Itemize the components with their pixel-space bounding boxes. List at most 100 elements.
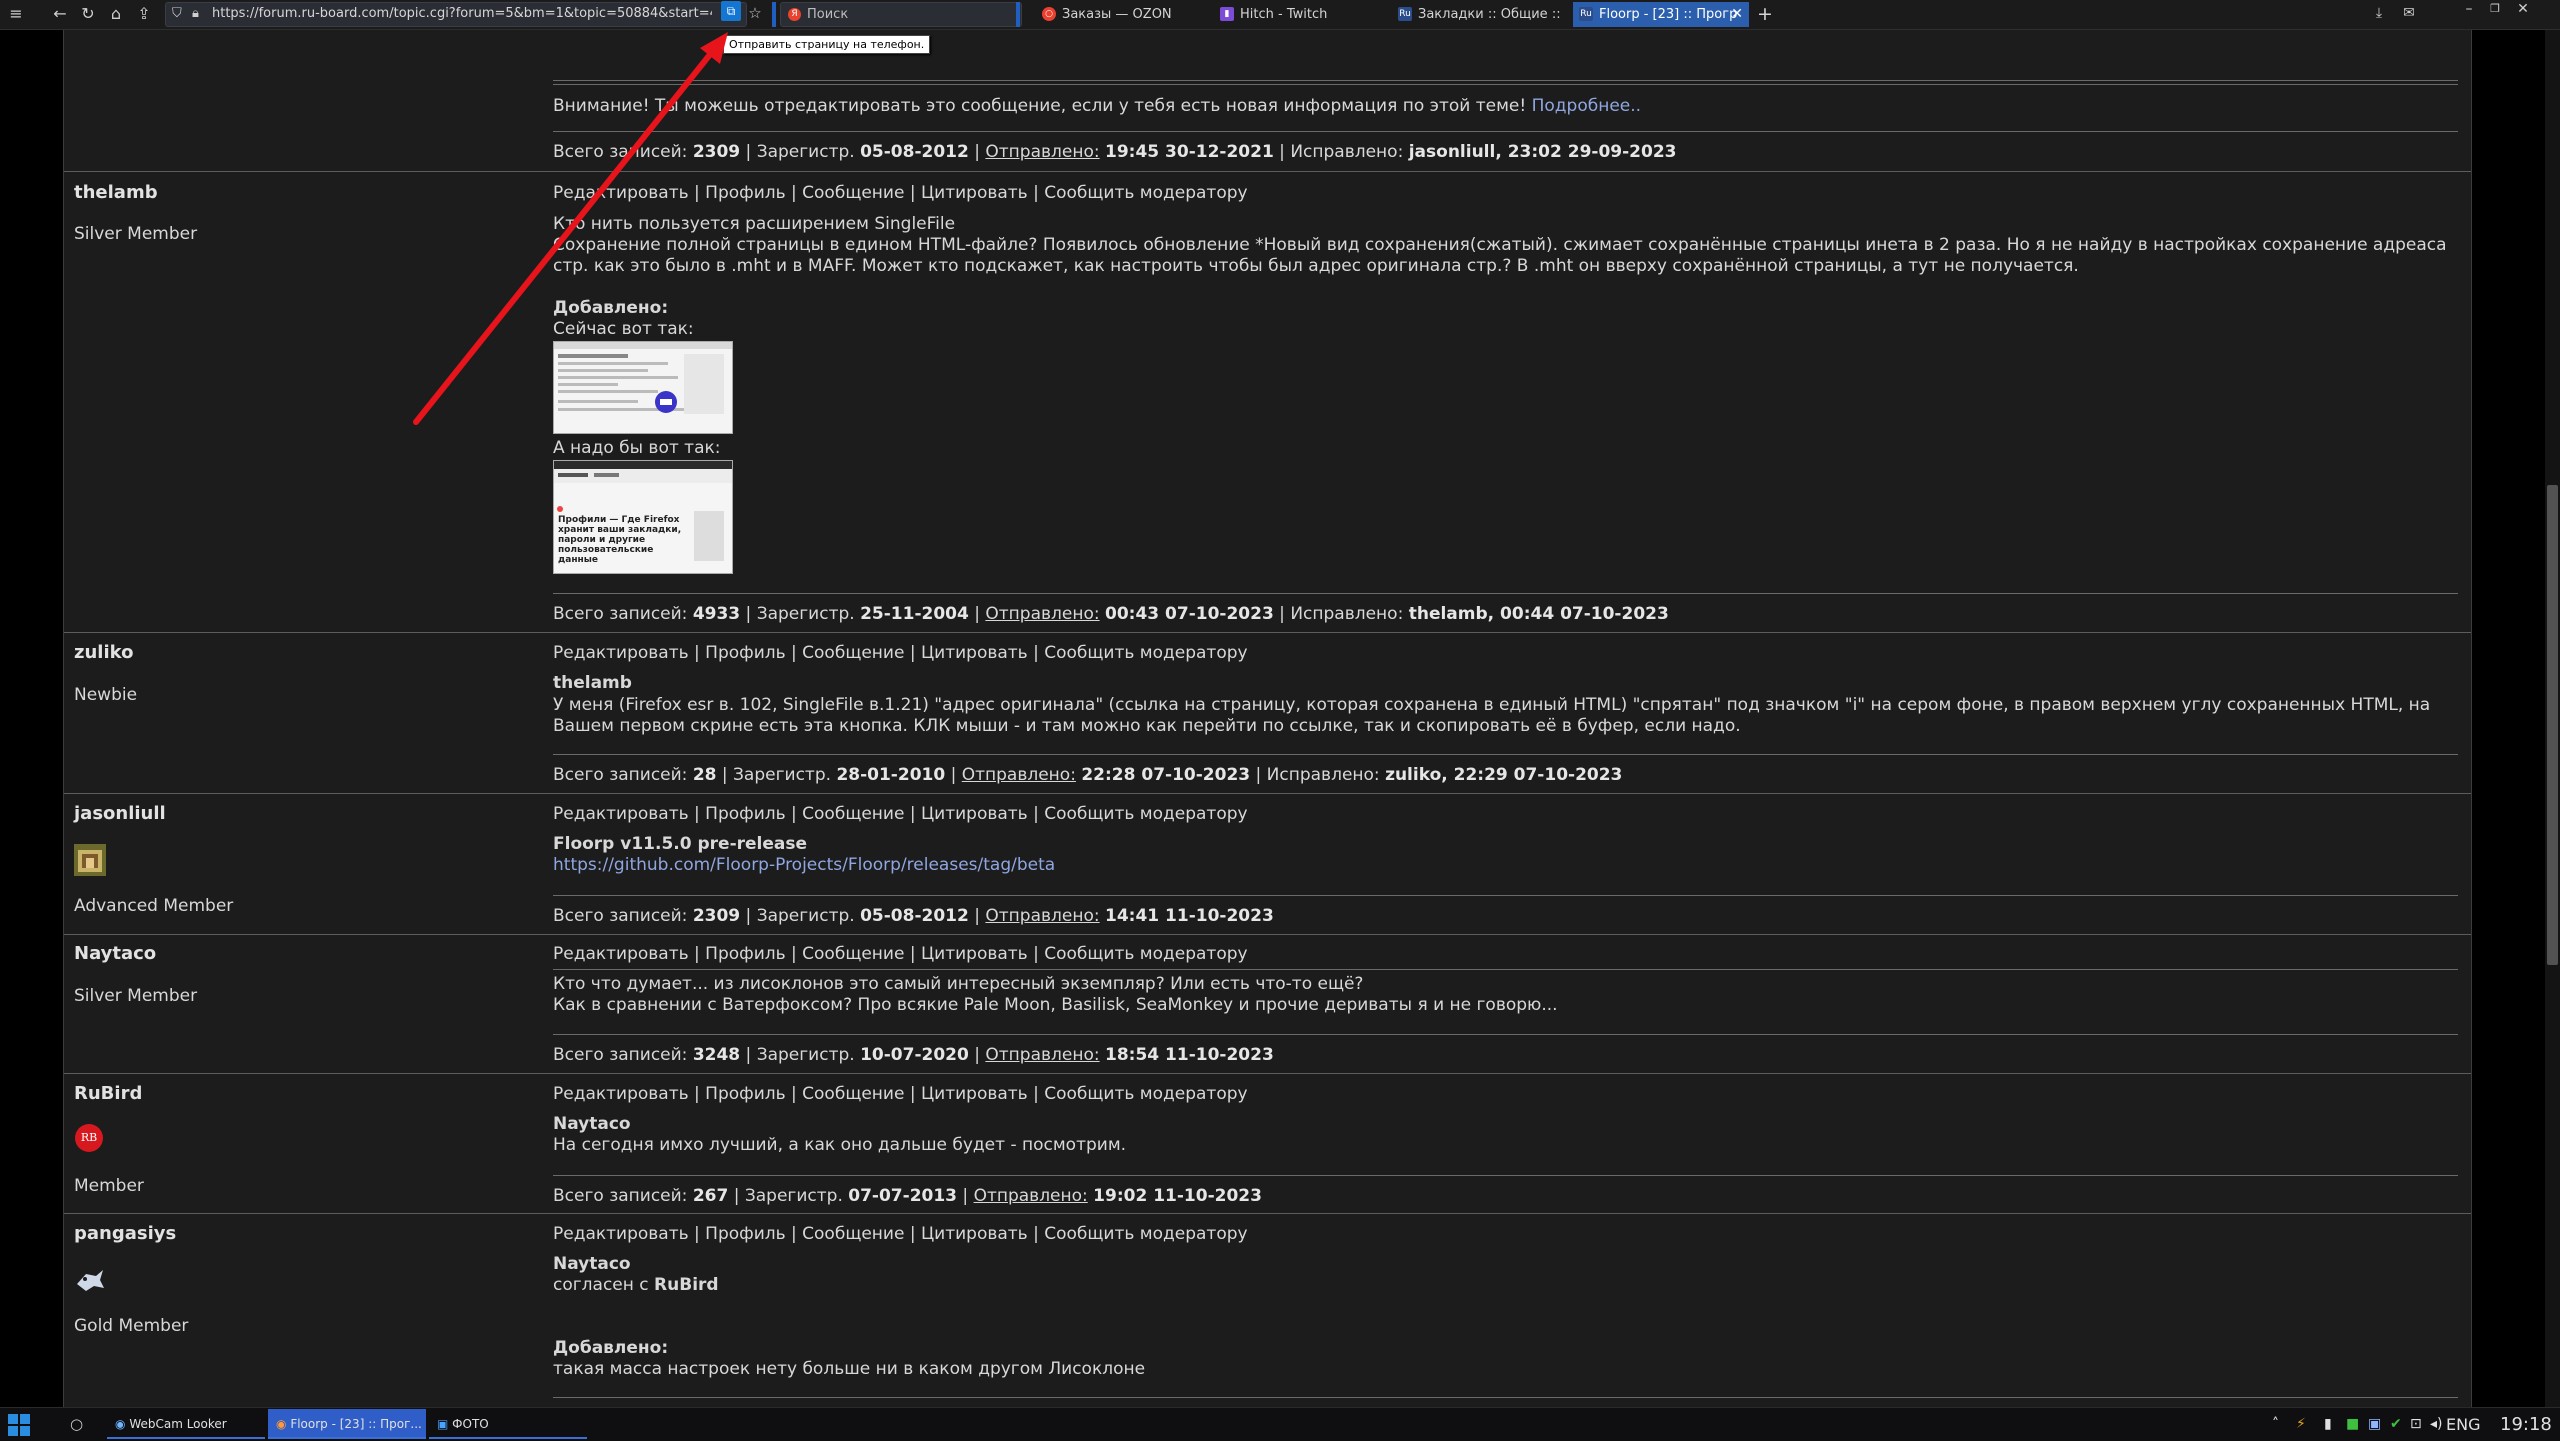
forum-table: Внимание! Ты можешь отредактировать это … bbox=[63, 30, 2472, 1407]
search-placeholder[interactable]: Поиск bbox=[807, 7, 848, 22]
tray-check-icon[interactable]: ✔ bbox=[2390, 1416, 2402, 1432]
post-author[interactable]: jasonliull bbox=[74, 803, 166, 824]
tab-label: Hitch - Twitch bbox=[1240, 7, 1328, 22]
post-actions[interactable]: Редактировать | Профиль | Сообщение | Ци… bbox=[553, 1224, 1248, 1244]
sent-link[interactable]: Отправлено: bbox=[962, 765, 1076, 785]
more-link[interactable]: Подробнее.. bbox=[1532, 96, 1641, 116]
tab-floorp[interactable]: Ru Floorp - [23] :: Прогр ✕ bbox=[1573, 2, 1749, 27]
back-icon[interactable]: ← bbox=[50, 4, 70, 24]
tray-usb-icon[interactable]: ▮ bbox=[2324, 1416, 2332, 1432]
post-author[interactable]: RuBird bbox=[74, 1083, 142, 1104]
scrollbar-thumb[interactable] bbox=[2547, 485, 2558, 965]
sent-link[interactable]: Отправлено: bbox=[974, 1186, 1088, 1206]
sent-link[interactable]: Отправлено: bbox=[985, 604, 1099, 624]
post-stats: Всего записей: 4933 | Зарегистр. 25-11-2… bbox=[553, 604, 1669, 624]
close-window-icon[interactable]: ✕ bbox=[2512, 0, 2534, 18]
notice-text: Внимание! Ты можешь отредактировать это … bbox=[553, 96, 1527, 116]
tab-label: Заказы — OZON bbox=[1062, 7, 1172, 22]
post-body: Кто что думает... из лисоклонов это самы… bbox=[553, 974, 1558, 1015]
post-body: такая масса настроек нету больше ни в ка… bbox=[553, 1359, 1146, 1379]
post-author[interactable]: Naytaco bbox=[74, 943, 156, 964]
quote-author: Naytaco bbox=[553, 1114, 631, 1134]
screenshot-thumbnail[interactable]: Профили — Где Firefox хранит ваши заклад… bbox=[553, 460, 733, 574]
lock-icon[interactable]: 🔒︎ bbox=[192, 5, 199, 23]
close-tab-icon[interactable]: ✕ bbox=[1731, 2, 1743, 27]
post-body: У меня (Firefox esr в. 102, SingleFile в… bbox=[553, 695, 2431, 736]
separator bbox=[553, 80, 2458, 81]
send-to-phone-icon[interactable]: ⧉ bbox=[721, 1, 741, 21]
sent-link[interactable]: Отправлено: bbox=[985, 906, 1099, 926]
screenshot-thumbnail[interactable] bbox=[553, 341, 733, 434]
tray-display-icon[interactable]: ▣ bbox=[2368, 1416, 2381, 1432]
taskbar-item[interactable]: ▣ ФОТО bbox=[429, 1409, 587, 1439]
post-link[interactable]: https://github.com/Floorp-Projects/Floor… bbox=[553, 855, 2453, 876]
language-indicator[interactable]: ENG bbox=[2446, 1415, 2480, 1434]
post-stats: Всего записей: 28 | Зарегистр. 28-01-201… bbox=[553, 765, 1623, 785]
tab-bookmarks[interactable]: Ru Закладки :: Общие :: К bbox=[1392, 2, 1562, 27]
avatar: RB bbox=[75, 1124, 103, 1152]
edit-notice: Внимание! Ты можешь отредактировать это … bbox=[553, 96, 2453, 117]
restore-icon[interactable]: ❐ bbox=[2484, 0, 2506, 18]
reload-icon[interactable]: ↻ bbox=[78, 4, 98, 24]
tray-app-icon[interactable]: ⚡ bbox=[2296, 1416, 2306, 1432]
ruboard-icon: Ru bbox=[1579, 6, 1593, 21]
post-stats: Всего записей: 3248 | Зарегистр. 10-07-2… bbox=[553, 1045, 1274, 1065]
post-actions[interactable]: Редактировать | Профиль | Сообщение | Ци… bbox=[553, 1084, 1248, 1104]
post-actions[interactable]: Редактировать | Профиль | Сообщение | Ци… bbox=[553, 643, 1248, 663]
post-actions[interactable]: Редактировать | Профиль | Сообщение | Ци… bbox=[553, 183, 1248, 203]
taskbar-item[interactable]: ◉ WebCam Looker bbox=[107, 1409, 265, 1439]
twitch-icon: ▮ bbox=[1220, 6, 1234, 21]
tray-network-icon[interactable]: ⊡ bbox=[2410, 1416, 2422, 1432]
windows-start-icon[interactable] bbox=[8, 1414, 30, 1436]
post-stats: Всего записей: 267 | Зарегистр. 07-07-20… bbox=[553, 1186, 1262, 1206]
row-divider bbox=[64, 632, 2471, 633]
search-bar[interactable]: Я Поиск bbox=[780, 2, 1022, 27]
tab-twitch[interactable]: ▮ Hitch - Twitch bbox=[1214, 2, 1384, 27]
tray-expand-icon[interactable]: ˄ bbox=[2272, 1416, 2279, 1432]
post-body: Кто нить пользуется расширением SingleFi… bbox=[553, 214, 2447, 276]
sent-link[interactable]: Отправлено: bbox=[985, 1045, 1099, 1065]
quote-author: thelamb bbox=[553, 673, 632, 693]
sent-link[interactable]: Отправлено: bbox=[985, 142, 1099, 162]
user-rank: Newbie bbox=[74, 685, 138, 705]
search-icon[interactable]: ○ bbox=[70, 1415, 83, 1433]
post-author[interactable]: thelamb bbox=[74, 182, 158, 203]
user-rank: Advanced Member bbox=[74, 896, 234, 916]
tab-label: Закладки :: Общие :: К bbox=[1418, 7, 1562, 22]
post-actions[interactable]: Редактировать | Профиль | Сообщение | Ци… bbox=[553, 944, 1248, 964]
clock[interactable]: 19:18 bbox=[2500, 1414, 2552, 1435]
photo-icon: ▣ bbox=[437, 1417, 449, 1431]
separator bbox=[553, 84, 2458, 85]
tray-volume-icon[interactable]: ◂) bbox=[2430, 1416, 2443, 1432]
separator bbox=[553, 593, 2458, 594]
home-icon[interactable]: ⌂ bbox=[106, 4, 126, 24]
toolbar-divider bbox=[772, 2, 776, 27]
menu-icon[interactable]: ≡ bbox=[6, 4, 26, 24]
avatar bbox=[74, 1264, 106, 1296]
shield-icon[interactable]: ⛉ bbox=[172, 5, 182, 23]
separator bbox=[553, 1175, 2458, 1176]
minimize-icon[interactable]: – bbox=[2458, 0, 2480, 18]
ozon-icon: ○ bbox=[1042, 6, 1056, 21]
bookmark-star-icon[interactable]: ☆ bbox=[745, 3, 765, 23]
user-rank: Gold Member bbox=[74, 1316, 189, 1336]
caption: А надо бы вот так: bbox=[553, 438, 721, 458]
download-icon[interactable]: ⤓ bbox=[2368, 4, 2390, 22]
page-viewport: Внимание! Ты можешь отредактировать это … bbox=[0, 30, 2545, 1407]
mail-icon[interactable]: ✉ bbox=[2398, 4, 2420, 22]
url-bar[interactable]: ⛉ 🔒︎ https://forum.ru-board.com/topic.cg… bbox=[165, 2, 747, 27]
post-actions[interactable]: Редактировать | Профиль | Сообщение | Ци… bbox=[553, 804, 1248, 824]
save-page-icon[interactable]: ⇪ bbox=[134, 4, 154, 24]
taskbar-item[interactable]: ◉ Floorp - [23] :: Прог... bbox=[268, 1409, 426, 1439]
tab-ozon[interactable]: ○ Заказы — OZON bbox=[1036, 2, 1206, 27]
tray-battery-icon[interactable]: ■ bbox=[2346, 1416, 2359, 1432]
new-tab-button[interactable]: + bbox=[1757, 2, 1773, 27]
separator bbox=[553, 131, 2458, 132]
post-author[interactable]: pangasiys bbox=[74, 1223, 176, 1244]
caption: Сейчас вот так: bbox=[553, 319, 694, 339]
browser-toolbar: ≡ ← ↻ ⌂ ⇪ ⛉ 🔒︎ https://forum.ru-board.co… bbox=[0, 0, 2560, 30]
url-text[interactable]: https://forum.ru-board.com/topic.cgi?for… bbox=[212, 6, 712, 21]
separator bbox=[553, 1034, 2458, 1035]
post-author[interactable]: zuliko bbox=[74, 642, 133, 663]
tab-label: Floorp - [23] :: Прогр bbox=[1599, 7, 1738, 22]
